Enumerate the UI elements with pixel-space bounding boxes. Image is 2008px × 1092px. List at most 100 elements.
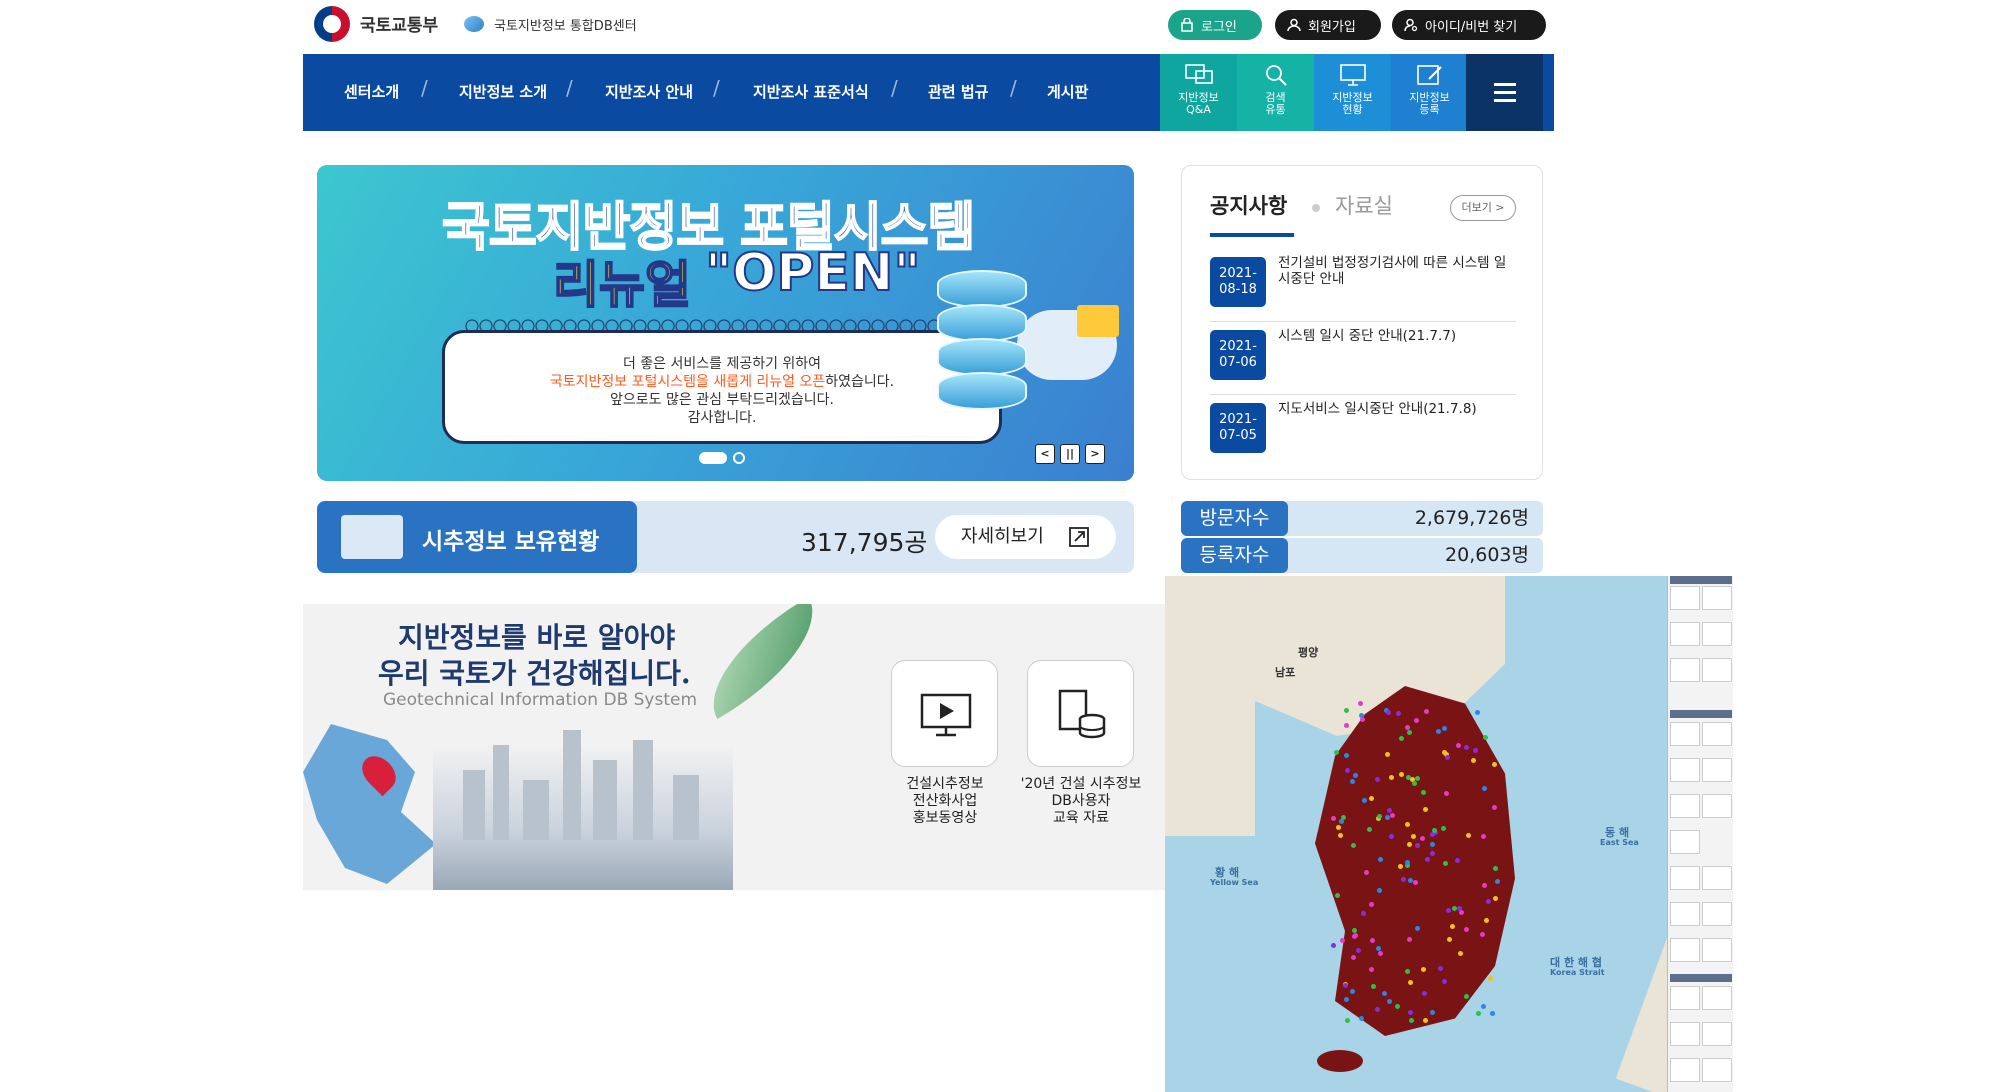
nav-item-standard-forms[interactable]: 지반조사 표준서식 [753, 81, 869, 102]
quick-link-register[interactable]: 지반정보 등록 [1391, 54, 1468, 131]
borehole-marker [1369, 937, 1375, 943]
borehole-marker [1446, 936, 1452, 942]
map-tool-button[interactable] [1670, 938, 1700, 962]
banner-dot-active[interactable] [699, 452, 727, 464]
map-tool-button[interactable] [1670, 658, 1700, 682]
borehole-marker [1343, 997, 1349, 1003]
hamburger-menu-icon[interactable] [1466, 54, 1543, 131]
borehole-distribution-map[interactable]: 평양 남포 황 해 Yellow Sea 동 해 East Sea 대 한 해 … [1165, 576, 1733, 1092]
map-tool-button[interactable] [1670, 622, 1700, 646]
quick-link-search[interactable]: 검색 유통 [1237, 54, 1314, 131]
map-tool-button[interactable] [1670, 586, 1700, 610]
promo-education-card[interactable] [1027, 660, 1134, 767]
map-jeju-boreholes [1317, 1050, 1363, 1072]
banner-next-icon[interactable]: > [1085, 444, 1105, 464]
promo-education-caption[interactable]: '20년 건설 시추정보 DB사용자 교육 자료 [1011, 776, 1151, 827]
login-button[interactable]: 로그인 [1168, 10, 1262, 40]
map-tool-button[interactable] [1670, 866, 1700, 890]
quick-link-status[interactable]: 지반정보 현황 [1314, 54, 1391, 131]
borehole-marker [1474, 710, 1480, 716]
notice-title[interactable]: 시스템 일시 중단 안내(21.7.7) [1278, 328, 1516, 344]
notice-item[interactable]: 2021- 07-05 지도서비스 일시중단 안내(21.7.8) [1210, 395, 1516, 468]
nav-item-board[interactable]: 게시판 [1047, 81, 1088, 102]
promo-video-caption[interactable]: 건설시추정보 전산화사업 홍보동영상 [875, 776, 1015, 827]
borehole-marker [1366, 826, 1372, 832]
main-navigation: 센터소개 / 지반정보 소개 / 지반조사 안내 / 지반조사 표준서식 / 관… [303, 54, 1554, 131]
notice-panel: 공지사항 자료실 더보기 > 2021- 08-18 전기설비 법정정기검사에 … [1181, 165, 1543, 480]
map-tool-button[interactable] [1702, 866, 1732, 890]
nav-item-center-intro[interactable]: 센터소개 [344, 81, 399, 102]
borehole-marker [1483, 734, 1489, 740]
more-button[interactable]: 더보기 > [1450, 195, 1516, 221]
map-tool-button[interactable] [1670, 986, 1700, 1010]
map-tool-button[interactable] [1702, 658, 1732, 682]
quick-link-qa[interactable]: 지반정보 Q&A [1160, 54, 1237, 131]
ministry-name[interactable]: 국토교통부 [360, 11, 438, 36]
map-tool-button[interactable] [1670, 758, 1700, 782]
map-tool-button[interactable] [1670, 722, 1700, 746]
promo-section: 지반정보를 바로 알아야 우리 국토가 건강해집니다. Geotechnical… [303, 604, 1165, 890]
borehole-marker [1421, 990, 1427, 996]
find-account-button[interactable]: 아이디/비번 찾기 [1392, 10, 1546, 40]
nav-item-ground-info[interactable]: 지반정보 소개 [459, 81, 547, 102]
book-database-icon [1058, 689, 1106, 739]
search-icon [1265, 65, 1287, 86]
map-tool-button[interactable] [1702, 938, 1732, 962]
promo-video-card[interactable] [891, 660, 998, 767]
join-button[interactable]: 회원가입 [1275, 10, 1381, 40]
map-tool-button[interactable] [1670, 830, 1700, 854]
ministry-logo-icon[interactable] [314, 6, 350, 42]
site-name[interactable]: 국토지반정보 통합DB센터 [494, 15, 637, 34]
db-center-logo-icon [464, 16, 484, 32]
borehole-marker [1338, 832, 1344, 838]
banner-dot-2[interactable] [733, 452, 745, 464]
map-tool-button[interactable] [1670, 1022, 1700, 1046]
map-tool-button[interactable] [1670, 902, 1700, 926]
detail-button[interactable]: 자세히보기 [935, 515, 1116, 559]
notice-item[interactable]: 2021- 07-06 시스템 일시 중단 안내(21.7.7) [1210, 322, 1516, 395]
map-label-nampo: 남포 [1275, 666, 1296, 679]
map-tool-button[interactable] [1702, 722, 1732, 746]
map-tool-button[interactable] [1702, 586, 1732, 610]
borehole-marker [1445, 908, 1451, 913]
map-tool-button[interactable] [1702, 902, 1732, 926]
promo-video-caption-2: 전산화사업 [912, 793, 978, 809]
login-icon [1181, 18, 1193, 32]
user-search-icon [1404, 18, 1418, 32]
map-tool-button[interactable] [1702, 758, 1732, 782]
visitor-count: 방문자수 2,679,726명 [1181, 501, 1543, 536]
borehole-marker [1350, 843, 1356, 849]
notice-item[interactable]: 2021- 08-18 전기설비 법정정기검사에 따른 시스템 일시중단 안내 [1210, 249, 1516, 322]
find-account-label: 아이디/비번 찾기 [1425, 19, 1518, 35]
tab-notice[interactable]: 공지사항 [1210, 190, 1287, 220]
map-tool-button[interactable] [1702, 622, 1732, 646]
video-monitor-icon [920, 693, 972, 737]
banner-prev-icon[interactable]: < [1035, 444, 1055, 464]
map-tool-button[interactable] [1702, 1058, 1732, 1082]
borehole-marker [1441, 725, 1447, 731]
borehole-marker [1386, 709, 1392, 715]
borehole-marker [1344, 722, 1350, 728]
banner-pause-icon[interactable]: || [1060, 444, 1080, 464]
holdings-label: 시추정보 보유현황 [422, 529, 600, 555]
borehole-marker [1406, 841, 1412, 847]
map-tool-button[interactable] [1702, 986, 1732, 1010]
map-tool-button[interactable] [1670, 794, 1700, 818]
map-tool-button[interactable] [1702, 794, 1732, 818]
banner-note-line1: 더 좋은 서비스를 제공하기 위하여 [622, 356, 822, 372]
holdings-count: 317,795공 [801, 528, 928, 557]
notice-title[interactable]: 지도서비스 일시중단 안내(21.7.8) [1278, 401, 1516, 417]
notice-title[interactable]: 전기설비 법정정기검사에 따른 시스템 일시중단 안내 [1278, 255, 1516, 287]
borehole-marker [1374, 776, 1380, 782]
nav-item-regulations[interactable]: 관련 법규 [928, 81, 988, 102]
map-label-yellow-sea-en: Yellow Sea [1210, 878, 1259, 887]
promo-education-caption-3: 교육 자료 [1053, 810, 1109, 826]
toolbar-header [1670, 710, 1732, 718]
promo-education-caption-1: '20년 건설 시추정보 [1020, 776, 1142, 792]
borehole-marker [1369, 901, 1375, 907]
nav-item-survey-guide[interactable]: 지반조사 안내 [605, 81, 693, 102]
main-banner[interactable]: 국토지반정보 포털시스템 리뉴얼 "OPEN" 더 좋은 서비스를 제공하기 위… [317, 165, 1134, 481]
map-tool-button[interactable] [1702, 1022, 1732, 1046]
map-tool-button[interactable] [1670, 1058, 1700, 1082]
tab-archive[interactable]: 자료실 [1335, 190, 1393, 220]
